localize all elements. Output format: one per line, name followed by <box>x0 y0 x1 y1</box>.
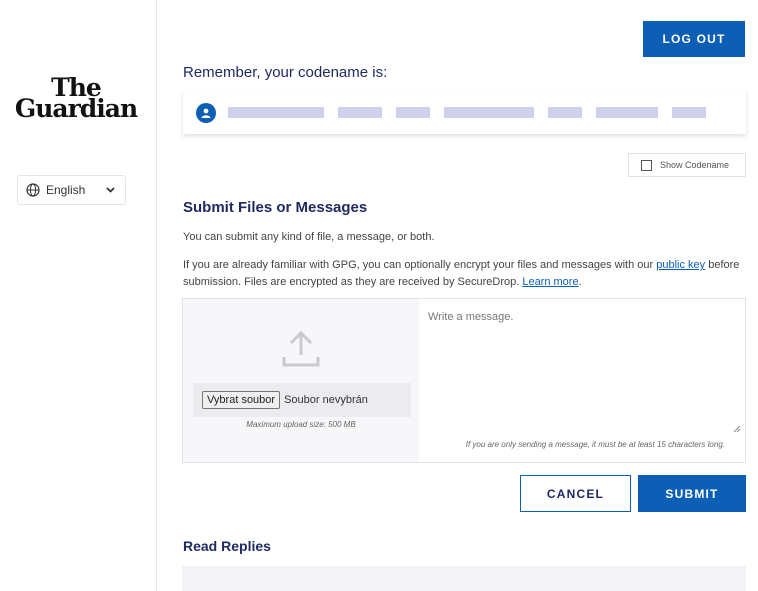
gpg-info: If you are already familiar with GPG, yo… <box>183 257 749 291</box>
file-input[interactable]: Vybrat soubor Soubor nevybrán <box>193 383 411 417</box>
message-placeholder: Write a message. <box>428 311 514 323</box>
codename-mask <box>672 107 706 118</box>
chevron-down-icon <box>106 187 115 193</box>
public-key-link[interactable]: public key <box>656 259 705 271</box>
codename-heading: Remember, your codename is: <box>183 64 388 81</box>
replies-list <box>182 566 746 591</box>
gpg-text: If you are already familiar with GPG, yo… <box>183 259 657 271</box>
resize-handle-icon[interactable] <box>733 425 741 433</box>
codename-mask <box>338 107 382 118</box>
globe-icon <box>26 183 40 197</box>
show-codename-toggle[interactable]: Show Codename <box>628 153 746 177</box>
upload-icon <box>282 330 320 367</box>
guardian-logo[interactable]: The Guardian <box>6 75 146 123</box>
gpg-text: . <box>578 276 582 288</box>
logout-button[interactable]: LOG OUT <box>643 21 745 57</box>
user-icon <box>196 102 216 123</box>
codename-mask <box>228 107 324 118</box>
show-codename-label: Show Codename <box>660 160 730 170</box>
file-status: Soubor nevybrán <box>284 394 368 406</box>
codename-display <box>183 91 746 134</box>
submission-form: Vybrat soubor Soubor nevybrán Maximum up… <box>182 298 746 463</box>
message-textarea[interactable]: Write a message. If you are only sending… <box>419 299 745 462</box>
language-select[interactable]: English <box>17 175 126 205</box>
learn-more-link[interactable]: Learn more <box>522 276 578 288</box>
show-codename-checkbox[interactable] <box>641 159 652 171</box>
language-label: English <box>46 183 86 197</box>
codename-mask <box>596 107 658 118</box>
codename-mask <box>396 107 430 118</box>
logo-line-2: Guardian <box>14 93 138 123</box>
read-replies-title: Read Replies <box>183 538 271 554</box>
message-min-length-note: If you are only sending a message, it mu… <box>465 440 725 449</box>
file-upload-area[interactable]: Vybrat soubor Soubor nevybrán Maximum up… <box>183 299 419 462</box>
submit-button[interactable]: SUBMIT <box>638 475 746 512</box>
codename-mask <box>548 107 582 118</box>
submit-section-title: Submit Files or Messages <box>183 199 368 216</box>
max-upload-size: Maximum upload size: 500 MB <box>246 420 356 429</box>
codename-mask <box>444 107 534 118</box>
sidebar: The Guardian English <box>0 0 157 591</box>
choose-file-button[interactable]: Vybrat soubor <box>202 391 281 409</box>
cancel-button[interactable]: CANCEL <box>520 475 631 512</box>
submit-intro: You can submit any kind of file, a messa… <box>183 231 435 243</box>
